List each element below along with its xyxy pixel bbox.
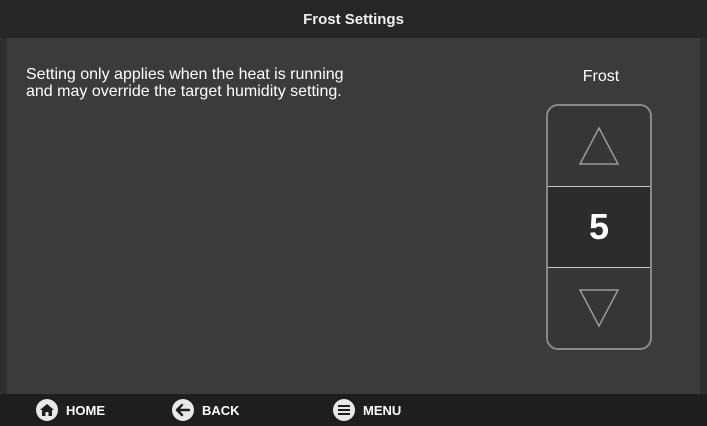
bottom-nav-bar: HOME BACK MENU — [0, 394, 707, 426]
triangle-up-icon — [578, 126, 620, 165]
increase-button[interactable] — [548, 106, 650, 186]
back-button[interactable]: BACK — [172, 398, 240, 422]
home-label: HOME — [66, 402, 105, 418]
title-bar: Frost Settings — [0, 0, 707, 38]
home-button[interactable]: HOME — [36, 398, 105, 422]
home-icon — [36, 399, 58, 421]
frost-value: 5 — [548, 186, 650, 268]
setting-description: Setting only applies when the heat is ru… — [26, 66, 344, 100]
page-title: Frost Settings — [303, 10, 404, 28]
right-edge — [700, 38, 707, 394]
menu-label: MENU — [363, 402, 402, 418]
left-edge — [0, 38, 7, 394]
arrow-left-icon — [172, 399, 194, 421]
menu-icon — [333, 399, 355, 421]
frost-label: Frost — [582, 68, 620, 85]
frost-stepper: 5 — [546, 104, 652, 350]
back-label: BACK — [202, 402, 240, 418]
triangle-down-icon — [578, 289, 620, 328]
decrease-button[interactable] — [548, 268, 650, 348]
menu-button[interactable]: MENU — [333, 398, 401, 422]
